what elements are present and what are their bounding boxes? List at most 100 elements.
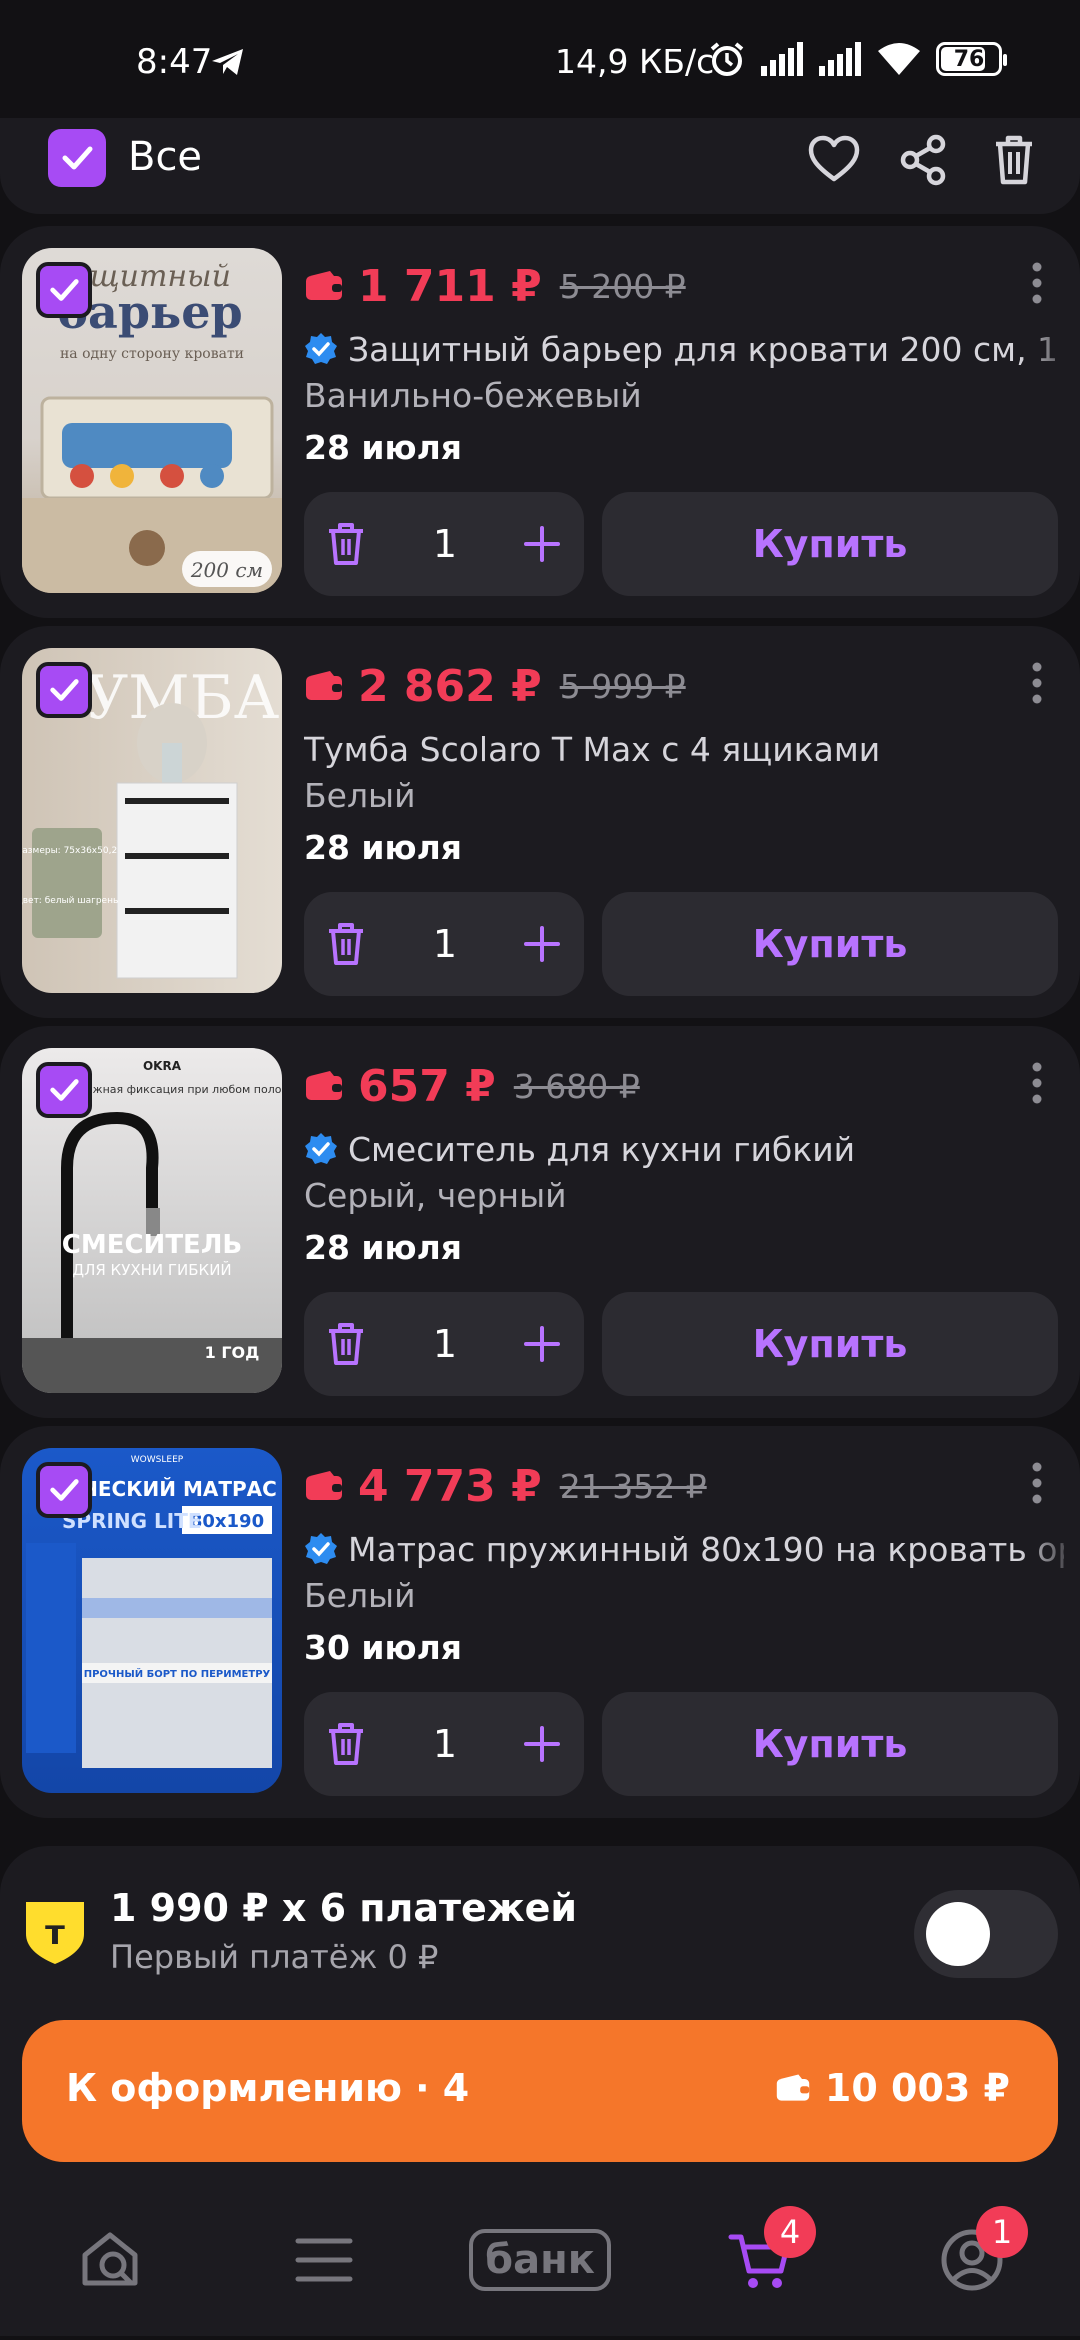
cart-item[interactable]: Защитный барьер на одну сторону кровати … <box>0 226 1080 618</box>
wallet-icon <box>776 2074 810 2101</box>
quantity-value: 1 <box>432 1322 458 1366</box>
alarm-icon <box>710 42 744 76</box>
item-checkbox[interactable] <box>36 1062 92 1118</box>
item-title[interactable]: Матрас пружинный 80x190 на кровать ор <box>348 1530 1064 1569</box>
cart-badge: 4 <box>764 2206 816 2258</box>
quantity-stepper: 1 <box>304 1292 584 1396</box>
quantity-value: 1 <box>432 522 458 566</box>
bank-label: банк <box>469 2229 611 2291</box>
wallet-icon <box>306 271 342 300</box>
item-old-price: 5 999 ₽ <box>559 666 686 706</box>
select-all-label[interactable]: Все <box>128 134 202 180</box>
cart-toolbar: Все <box>0 118 1080 214</box>
thumb-brand: OKRA <box>143 1059 182 1073</box>
buy-button[interactable]: Купить <box>602 1692 1058 1796</box>
battery-icon: 76 <box>936 42 1007 76</box>
buy-button[interactable]: Купить <box>602 492 1058 596</box>
bottom-nav: банк 4 1 <box>0 2190 1080 2340</box>
delivery-date: 28 июля <box>304 828 462 867</box>
item-variant: Серый, черный <box>304 1176 567 1215</box>
thumb-brand: WOWSLEEP <box>131 1455 184 1465</box>
more-options-icon[interactable] <box>1032 1062 1042 1104</box>
item-old-price: 3 680 ₽ <box>513 1066 640 1106</box>
more-options-icon[interactable] <box>1032 662 1042 704</box>
item-price: 4 773 ₽ <box>358 1460 542 1512</box>
share-icon[interactable] <box>896 132 952 188</box>
heart-icon[interactable] <box>806 132 862 188</box>
installment-title[interactable]: 1 990 ₽ x 6 платежей <box>110 1886 577 1930</box>
trash-icon[interactable] <box>326 1722 366 1766</box>
wallet-icon <box>306 1471 342 1500</box>
svg-text:т: т <box>45 1913 65 1953</box>
nav-catalog[interactable] <box>284 2220 364 2300</box>
item-old-price: 21 352 ₽ <box>559 1466 707 1506</box>
menu-icon <box>295 2238 353 2282</box>
buy-button[interactable]: Купить <box>602 1292 1058 1396</box>
nav-cart[interactable]: 4 <box>720 2206 816 2300</box>
checkout-label: К оформлению · 4 <box>66 2066 470 2110</box>
trash-icon[interactable] <box>326 522 366 566</box>
verified-icon <box>305 1133 337 1164</box>
buy-button[interactable]: Купить <box>602 892 1058 996</box>
nav-profile[interactable]: 1 <box>932 2206 1028 2300</box>
more-options-icon[interactable] <box>1032 262 1042 304</box>
check-icon <box>50 279 79 301</box>
verified-icon <box>305 333 337 364</box>
quantity-stepper: 1 <box>304 892 584 996</box>
quantity-stepper: 1 <box>304 1692 584 1796</box>
cart-item[interactable]: ТУМБА Размеры: 75x36x50,2 Цвет: белый ша… <box>0 626 1080 1018</box>
item-checkbox[interactable] <box>36 262 92 318</box>
item-price: 657 ₽ <box>358 1060 496 1112</box>
product-image[interactable]: Защитный барьер на одну сторону кровати … <box>22 248 282 593</box>
plus-icon[interactable] <box>522 1724 562 1764</box>
thumb-size: 200 см <box>190 558 263 582</box>
item-title[interactable]: Смеситель для кухни гибкий <box>348 1130 855 1169</box>
check-icon <box>62 146 93 170</box>
toggle-knob <box>926 1902 990 1966</box>
item-title[interactable]: Тумба Scolaro T Max с 4 ящиками <box>304 730 880 769</box>
check-icon <box>50 679 79 701</box>
thumb-warranty: 1 ГОД <box>205 1343 260 1362</box>
checkout-button[interactable]: К оформлению · 4 10 003 ₽ <box>22 2020 1058 2162</box>
quantity-value: 1 <box>432 922 458 966</box>
trash-icon[interactable] <box>986 132 1042 188</box>
nav-home[interactable] <box>70 2220 150 2300</box>
cart-item[interactable]: OKRA надежная фиксация при любом положен… <box>0 1026 1080 1418</box>
signal-icon <box>819 42 861 76</box>
thumb-text-main: СМЕСИТЕЛЬ <box>62 1230 242 1260</box>
plus-icon[interactable] <box>522 1324 562 1364</box>
check-icon <box>50 1479 79 1501</box>
thumb-text-sub: ДЛЯ КУХНИ ГИБКИЙ <box>72 1260 231 1279</box>
check-icon <box>50 1079 79 1101</box>
thumb-spec: Размеры: 75x36x50,2 <box>22 846 117 856</box>
trash-icon[interactable] <box>326 922 366 966</box>
item-checkbox[interactable] <box>36 662 92 718</box>
select-all-checkbox[interactable] <box>48 129 106 187</box>
status-time: 8:47 <box>136 42 213 82</box>
delivery-date: 28 июля <box>304 428 462 467</box>
plus-icon[interactable] <box>522 924 562 964</box>
profile-badge: 1 <box>976 2206 1028 2258</box>
item-title[interactable]: Защитный барьер для кровати 200 см, 1 шт <box>348 330 1064 369</box>
verified-icon <box>305 1533 337 1564</box>
item-variant: Белый <box>304 1576 416 1615</box>
battery-level: 76 <box>953 46 985 72</box>
item-variant: Ванильно-бежевый <box>304 376 642 415</box>
item-checkbox[interactable] <box>36 1462 92 1518</box>
item-variant: Белый <box>304 776 416 815</box>
wallet-icon <box>306 1071 342 1100</box>
quantity-value: 1 <box>432 1722 458 1766</box>
product-image[interactable]: WOWSLEEP ДИЧЕСКИЙ МАТРАС 80x190 SPRING L… <box>22 1448 282 1793</box>
delivery-date: 30 июля <box>304 1628 462 1667</box>
thumb-text-sub: на одну сторону кровати <box>60 346 244 362</box>
installment-toggle[interactable] <box>914 1890 1058 1978</box>
cart-item[interactable]: WOWSLEEP ДИЧЕСКИЙ МАТРАС 80x190 SPRING L… <box>0 1426 1080 1818</box>
nav-bank[interactable]: банк <box>469 2220 611 2300</box>
plus-icon[interactable] <box>522 524 562 564</box>
more-options-icon[interactable] <box>1032 1462 1042 1504</box>
trash-icon[interactable] <box>326 1322 366 1366</box>
product-image[interactable]: OKRA надежная фиксация при любом положен… <box>22 1048 282 1393</box>
wallet-icon <box>306 671 342 700</box>
product-image[interactable]: ТУМБА Размеры: 75x36x50,2 Цвет: белый ша… <box>22 648 282 993</box>
checkout-total: 10 003 ₽ <box>824 2066 1010 2110</box>
